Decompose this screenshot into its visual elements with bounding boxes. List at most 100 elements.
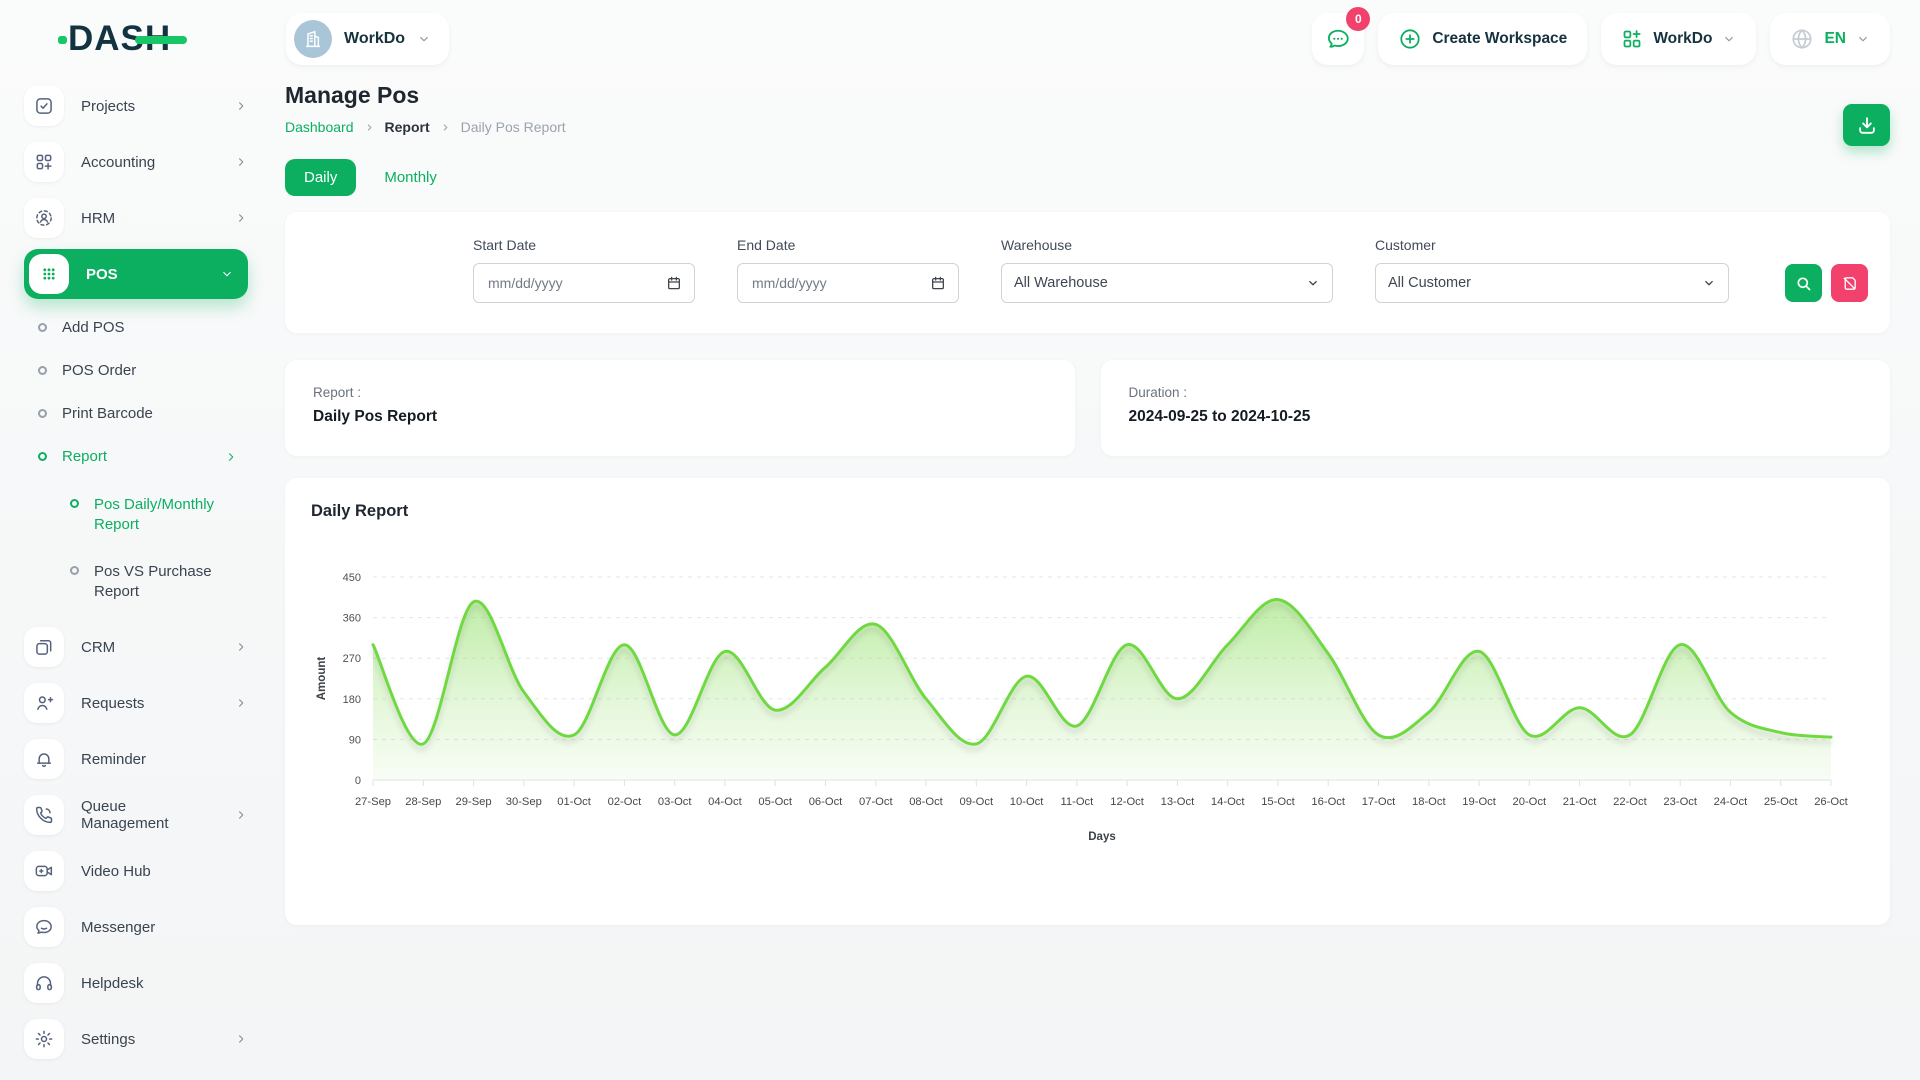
sidebar-item-print-barcode[interactable]: Print Barcode <box>24 392 248 435</box>
chart-title: Daily Report <box>311 502 1864 521</box>
svg-text:90: 90 <box>349 734 361 746</box>
svg-text:02-Oct: 02-Oct <box>608 796 642 808</box>
queue-icon <box>24 795 64 835</box>
calendar-icon[interactable] <box>930 275 946 291</box>
chevron-right-icon <box>224 450 238 464</box>
bullet-icon <box>38 452 47 461</box>
chevron-down-icon <box>220 267 234 281</box>
download-report-button[interactable] <box>1843 104 1890 146</box>
sidebar-item-label: Projects <box>81 98 217 115</box>
svg-text:25-Oct: 25-Oct <box>1764 796 1798 808</box>
svg-text:19-Oct: 19-Oct <box>1462 796 1496 808</box>
top-header: DASH WorkDo 0 Creat <box>0 0 1920 66</box>
workspace-avatar-building-icon <box>294 20 332 58</box>
start-date-field-group: Start Date <box>473 237 695 303</box>
duration-summary-value: 2024-09-25 to 2024-10-25 <box>1129 408 1863 426</box>
svg-text:27-Sep: 27-Sep <box>355 796 391 808</box>
settings-icon <box>24 1019 64 1059</box>
summary-cards: Report : Daily Pos Report Duration : 202… <box>285 360 1890 456</box>
report-summary-label: Report : <box>313 385 1047 400</box>
warehouse-select[interactable]: All Warehouse <box>1001 263 1333 303</box>
sidebar-item-label: Requests <box>81 695 217 712</box>
end-date-label: End Date <box>737 237 959 253</box>
sidebar-item-label: Settings <box>81 1031 217 1048</box>
tab-daily[interactable]: Daily <box>285 159 356 196</box>
chevron-right-icon <box>440 122 451 133</box>
svg-text:Days: Days <box>1088 831 1116 843</box>
messages-button[interactable]: 0 <box>1312 13 1364 65</box>
header-actions: 0 Create Workspace WorkDo <box>1312 13 1890 65</box>
sidebar-item-label: Queue Management <box>81 798 217 832</box>
download-icon <box>1856 114 1878 136</box>
sidebar-item-pos-order[interactable]: POS Order <box>24 349 248 392</box>
svg-text:11-Oct: 11-Oct <box>1061 796 1095 808</box>
apply-filter-button[interactable] <box>1785 264 1822 302</box>
chevron-down-icon <box>1856 32 1870 46</box>
workspace-selector[interactable]: WorkDo <box>286 13 449 65</box>
end-date-input-wrap <box>737 263 959 303</box>
accounting-icon <box>24 142 64 182</box>
chevron-down-icon <box>1722 32 1736 46</box>
sidebar-item-requests[interactable]: Requests <box>24 675 248 731</box>
svg-text:23-Oct: 23-Oct <box>1663 796 1697 808</box>
sidebar-item-pos-vs-purchase-report[interactable]: Pos VS Purchase Report <box>24 549 248 616</box>
language-selector[interactable]: EN <box>1770 13 1890 65</box>
breadcrumb-report: Report <box>385 119 430 135</box>
sidebar-item-reminder[interactable]: Reminder <box>24 731 248 787</box>
chat-icon <box>1325 26 1351 52</box>
breadcrumb: Dashboard Report Daily Pos Report <box>285 119 1890 135</box>
sidebar-item-helpdesk[interactable]: Helpdesk <box>24 955 248 1011</box>
svg-text:06-Oct: 06-Oct <box>809 796 843 808</box>
sidebar-item-video-hub[interactable]: Video Hub <box>24 843 248 899</box>
start-date-input[interactable] <box>486 274 666 292</box>
sidebar-item-label: Video Hub <box>81 863 248 880</box>
svg-text:18-Oct: 18-Oct <box>1412 796 1446 808</box>
sidebar-item-label: Report <box>62 448 107 465</box>
customer-select[interactable]: All Customer <box>1375 263 1729 303</box>
report-summary-card: Report : Daily Pos Report <box>285 360 1075 456</box>
svg-text:26-Oct: 26-Oct <box>1814 796 1848 808</box>
messages-count-badge: 0 <box>1346 7 1370 31</box>
sidebar-item-queue-management[interactable]: Queue Management <box>24 787 248 843</box>
sidebar-item-label: CRM <box>81 639 217 656</box>
calendar-icon[interactable] <box>666 275 682 291</box>
account-menu[interactable]: WorkDo <box>1601 13 1756 65</box>
sidebar-item-projects[interactable]: Projects <box>24 78 248 134</box>
end-date-input[interactable] <box>750 274 930 292</box>
sidebar-item-pos-daily-monthly-report[interactable]: Pos Daily/Monthly Report <box>24 482 248 549</box>
reset-filter-button[interactable] <box>1831 264 1868 302</box>
dash-logo[interactable]: DASH <box>68 19 218 59</box>
hrm-icon <box>24 198 64 238</box>
warehouse-selected-value: All Warehouse <box>1014 275 1108 291</box>
svg-text:09-Oct: 09-Oct <box>960 796 994 808</box>
svg-text:28-Sep: 28-Sep <box>405 796 441 808</box>
end-date-field-group: End Date <box>737 237 959 303</box>
sidebar-item-settings[interactable]: Settings <box>24 1011 248 1067</box>
tab-monthly[interactable]: Monthly <box>384 169 437 186</box>
breadcrumb-current: Daily Pos Report <box>461 119 566 135</box>
sidebar-item-messenger[interactable]: Messenger <box>24 899 248 955</box>
svg-text:21-Oct: 21-Oct <box>1563 796 1597 808</box>
chevron-right-icon <box>234 155 248 169</box>
crm-icon <box>24 627 64 667</box>
breadcrumb-dashboard-link[interactable]: Dashboard <box>285 119 354 135</box>
sidebar-item-report[interactable]: Report <box>24 435 248 478</box>
svg-text:01-Oct: 01-Oct <box>557 796 591 808</box>
video-icon <box>24 851 64 891</box>
sidebar-item-hrm[interactable]: HRM <box>24 190 248 246</box>
reminder-icon <box>24 739 64 779</box>
bullet-icon <box>38 323 47 332</box>
sidebar-item-accounting[interactable]: Accounting <box>24 134 248 190</box>
duration-summary-label: Duration : <box>1129 385 1863 400</box>
sidebar-item-label: Messenger <box>81 919 248 936</box>
sidebar-item-crm[interactable]: CRM <box>24 619 248 675</box>
customer-label: Customer <box>1375 237 1729 253</box>
search-icon <box>1795 275 1812 292</box>
create-workspace-button[interactable]: Create Workspace <box>1378 13 1587 65</box>
language-label: EN <box>1824 30 1846 48</box>
chevron-right-icon <box>234 696 248 710</box>
svg-text:14-Oct: 14-Oct <box>1211 796 1245 808</box>
sidebar-item-add-pos[interactable]: Add POS <box>24 306 248 349</box>
sidebar-item-label: Helpdesk <box>81 975 248 992</box>
sidebar-item-pos[interactable]: POS <box>24 249 248 299</box>
